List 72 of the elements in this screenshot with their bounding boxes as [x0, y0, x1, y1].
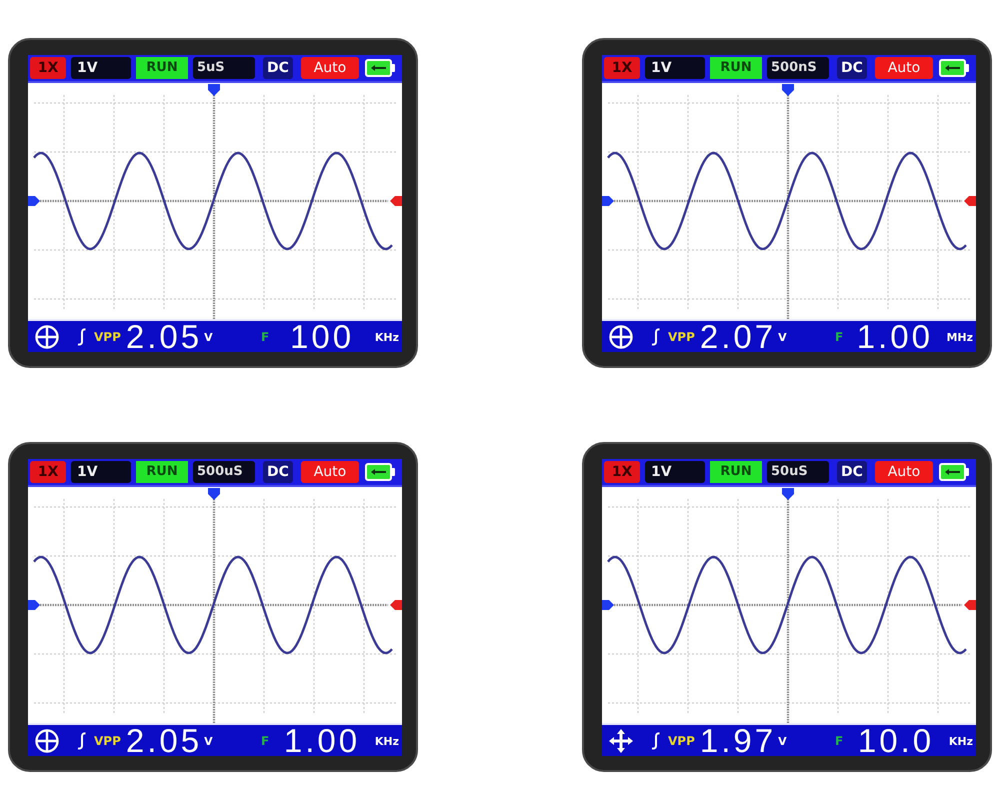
vpp-value: 2.05: [126, 321, 202, 352]
trigger-mode-label: Auto: [301, 461, 359, 483]
frequency-unit: KHz: [374, 734, 399, 750]
coupling-label: DC: [837, 461, 867, 483]
volts-per-div-label: 1V: [71, 57, 131, 79]
time-per-div-label: 5uS: [193, 57, 255, 79]
battery-icon: [939, 59, 969, 77]
battery-icon: [365, 463, 395, 481]
probe-factor-label: 1X: [30, 461, 66, 483]
pointer-right-icon: [602, 600, 614, 610]
frequency-unit: KHz: [374, 330, 399, 346]
vpp-unit: V: [778, 330, 787, 346]
vpp-label: VPP: [668, 733, 695, 750]
time-per-div-label: 500uS: [193, 461, 255, 483]
volts-per-div-label: 1V: [71, 461, 131, 483]
frequency-value: 10.0: [856, 725, 936, 756]
battery-icon: [365, 59, 395, 77]
run-state-label: RUN: [710, 57, 762, 79]
probe-factor-label: 1X: [604, 461, 640, 483]
crosshair-circle-icon: [35, 324, 59, 348]
frequency-value: 1.00: [282, 725, 362, 756]
vpp-label: VPP: [668, 329, 695, 346]
move-arrows-icon: [609, 728, 633, 752]
trigger-mode-label: Auto: [875, 461, 933, 483]
crosshair-circle-icon: [35, 728, 59, 752]
frequency-label: F: [835, 329, 844, 346]
frequency-label: F: [261, 329, 270, 346]
run-state-label: RUN: [136, 57, 188, 79]
frequency-unit: MHz: [946, 330, 973, 346]
time-per-div-label: 50uS: [767, 461, 829, 483]
trigger-edge-icon: [77, 328, 86, 346]
trigger-mode-label: Auto: [875, 57, 933, 79]
battery-icon: [939, 463, 969, 481]
pointer-right-icon: [28, 600, 40, 610]
crosshair-circle-icon: [609, 324, 633, 348]
pointer-left-icon: [390, 196, 402, 206]
volts-per-div-label: 1V: [645, 461, 705, 483]
vpp-unit: V: [778, 734, 787, 750]
coupling-label: DC: [263, 57, 293, 79]
vpp-value: 2.07: [700, 321, 776, 352]
vpp-unit: V: [204, 734, 213, 750]
volts-per-div-label: 1V: [645, 57, 705, 79]
time-per-div-label: 500nS: [767, 57, 829, 79]
pointer-down-icon: [782, 488, 794, 500]
pointer-left-icon: [390, 600, 402, 610]
probe-factor-label: 1X: [30, 57, 66, 79]
trigger-edge-icon: [651, 732, 660, 750]
trigger-edge-icon: [651, 328, 660, 346]
run-state-label: RUN: [136, 461, 188, 483]
vpp-value: 1.97: [700, 725, 776, 756]
vpp-unit: V: [204, 330, 213, 346]
vpp-label: VPP: [94, 329, 121, 346]
pointer-left-icon: [964, 196, 976, 206]
vpp-label: VPP: [94, 733, 121, 750]
pointer-right-icon: [602, 196, 614, 206]
trigger-edge-icon: [77, 732, 86, 750]
frequency-value: 100: [289, 321, 356, 352]
pointer-left-icon: [964, 600, 976, 610]
pointer-down-icon: [208, 488, 220, 500]
frequency-label: F: [261, 733, 270, 750]
frequency-label: F: [835, 733, 844, 750]
run-state-label: RUN: [710, 461, 762, 483]
pointer-down-icon: [782, 84, 794, 96]
trigger-mode-label: Auto: [301, 57, 359, 79]
vpp-value: 2.05: [126, 725, 202, 756]
probe-factor-label: 1X: [604, 57, 640, 79]
frequency-unit: KHz: [948, 734, 973, 750]
pointer-down-icon: [208, 84, 220, 96]
coupling-label: DC: [263, 461, 293, 483]
pointer-right-icon: [28, 196, 40, 206]
frequency-value: 1.00: [856, 321, 934, 352]
coupling-label: DC: [837, 57, 867, 79]
